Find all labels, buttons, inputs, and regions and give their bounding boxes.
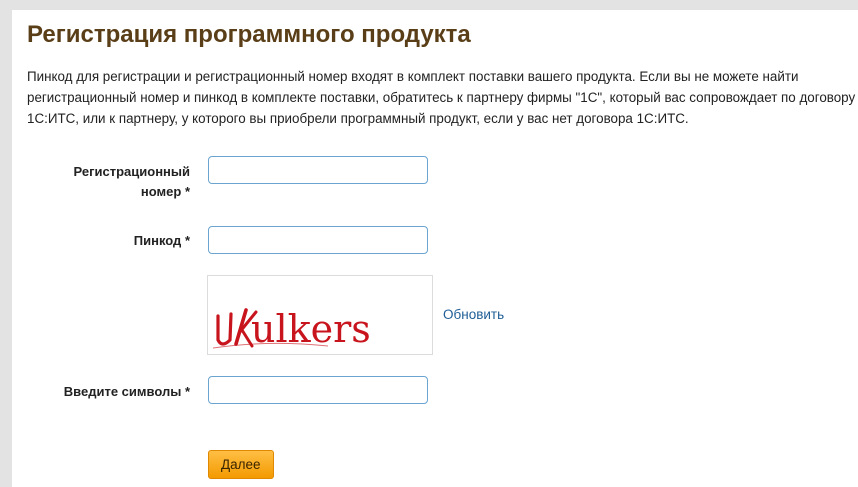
intro-text: Пинкод для регистрации и регистрационный… bbox=[27, 69, 856, 126]
page-title: Регистрация программного продукта bbox=[27, 21, 471, 48]
captcha-input-label: Введите символы * bbox=[30, 382, 190, 402]
pincode-input[interactable] bbox=[208, 226, 428, 254]
captcha-refresh-link[interactable]: Обновить bbox=[443, 307, 504, 322]
reg-number-label: Регистрационный номер * bbox=[40, 162, 190, 202]
captcha-graphic: ulkers bbox=[212, 307, 371, 351]
required-mark: * bbox=[184, 384, 190, 399]
pincode-label-text: Пинкод bbox=[133, 233, 182, 248]
pincode-label: Пинкод * bbox=[40, 231, 190, 251]
required-mark: * bbox=[184, 233, 190, 248]
captcha-image: ulkers bbox=[207, 275, 433, 355]
next-button[interactable]: Далее bbox=[208, 450, 274, 479]
registration-panel: Регистрация программного продукта Пинкод… bbox=[12, 10, 858, 487]
reg-number-input[interactable] bbox=[208, 156, 428, 184]
captcha-input[interactable] bbox=[208, 376, 428, 404]
reg-number-label-line1: Регистрационный bbox=[73, 164, 190, 179]
required-mark: * bbox=[184, 184, 190, 199]
captcha-input-label-text: Введите символы bbox=[63, 384, 182, 399]
reg-number-label-line2: номер bbox=[140, 184, 182, 199]
